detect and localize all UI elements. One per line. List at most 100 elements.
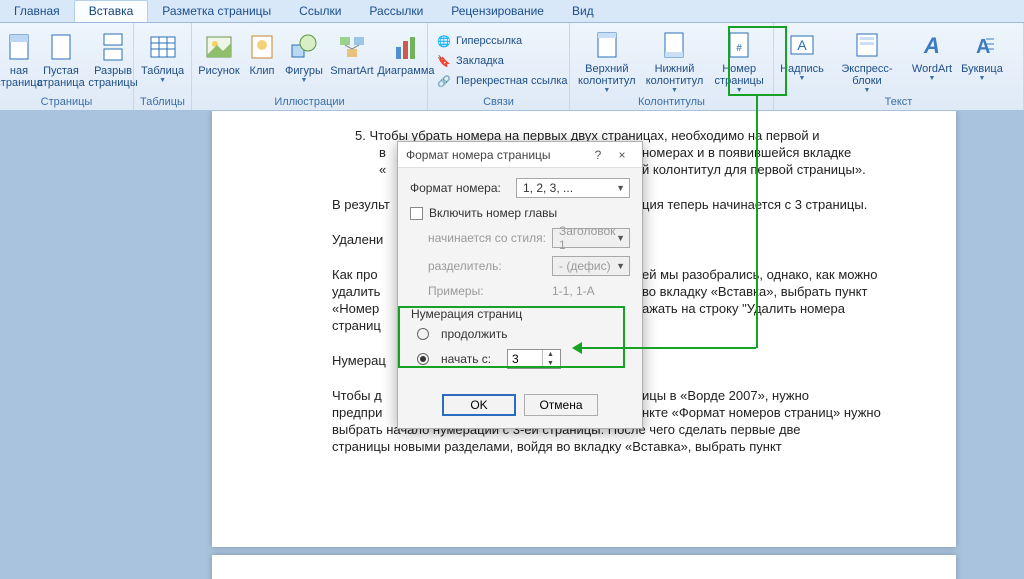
smartart-button[interactable]: SmartArt — [328, 28, 376, 78]
svg-text:A: A — [797, 37, 807, 53]
crossref-icon: 🔗 — [436, 73, 452, 89]
table-button[interactable]: Таблица ▼ — [138, 28, 187, 85]
examples-label: Примеры: — [428, 284, 546, 298]
hyperlink-button[interactable]: 🌐Гиперссылка — [432, 32, 572, 50]
doc-line: ей мы разобрались, однако, как можно — [642, 266, 877, 283]
globe-icon: 🌐 — [436, 33, 452, 49]
doc-line: Как про — [332, 266, 378, 283]
tab-mailings[interactable]: Рассылки — [355, 1, 437, 22]
dropcap-icon: A — [966, 29, 998, 61]
start-at-label: начать с: — [441, 352, 501, 366]
chevron-down-icon: ▼ — [616, 183, 625, 193]
continue-radio[interactable] — [417, 328, 429, 340]
start-at-spinner[interactable]: ▲▼ — [507, 349, 561, 369]
ok-button[interactable]: OK — [442, 394, 516, 416]
start-at-input[interactable] — [508, 352, 542, 366]
wordart-icon: A — [916, 29, 948, 61]
format-label: Формат номера: — [410, 181, 510, 195]
doc-line: страницы новыми разделами, войдя во вкла… — [332, 438, 782, 455]
doc-line: Чтобы д — [332, 387, 382, 404]
tab-layout[interactable]: Разметка страницы — [148, 1, 285, 22]
tab-home[interactable]: Главная — [0, 1, 74, 22]
bookmark-button[interactable]: 🔖Закладка — [432, 52, 572, 70]
cover-page-button[interactable]: ная страница — [4, 28, 34, 90]
chevron-down-icon: ▼ — [979, 75, 986, 82]
group-label-tables: Таблицы — [138, 95, 187, 110]
page-number-button[interactable]: # Номер страницы ▼ — [709, 26, 769, 95]
doc-line: в — [379, 144, 386, 161]
arrow-head-icon — [572, 342, 582, 354]
chevron-down-icon: ▼ — [300, 77, 307, 84]
starts-with-label: начинается со стиля: — [428, 231, 546, 245]
chevron-down-icon: ▼ — [736, 87, 743, 94]
shapes-icon — [288, 31, 320, 63]
group-label-illustrations: Иллюстрации — [196, 95, 423, 110]
ribbon: ная страница Пустая страница Разрыв стра… — [0, 23, 1024, 111]
tab-review[interactable]: Рецензирование — [437, 1, 558, 22]
page-break-icon — [97, 31, 129, 63]
picture-button[interactable]: Рисунок — [196, 28, 242, 78]
separator-label: разделитель: — [428, 259, 546, 273]
crossref-button[interactable]: 🔗Перекрестная ссылка — [432, 72, 572, 90]
shapes-button[interactable]: Фигуры ▼ — [282, 28, 326, 85]
help-button[interactable]: ? — [586, 148, 610, 162]
page-2 — [212, 555, 956, 579]
footer-icon — [658, 29, 690, 61]
textbox-button[interactable]: A Надпись ▼ — [778, 26, 826, 83]
tab-insert[interactable]: Вставка — [74, 0, 149, 22]
start-at-radio[interactable] — [417, 353, 429, 365]
doc-line: ажать на строку "Удалить номера — [642, 300, 845, 317]
numbering-legend: Нумерация страниц — [411, 307, 629, 321]
spin-down[interactable]: ▼ — [543, 359, 558, 368]
page-icon — [3, 31, 35, 63]
group-label-text: Текст — [778, 95, 1019, 110]
quickparts-icon — [851, 29, 883, 61]
chart-button[interactable]: Диаграмма — [378, 28, 434, 78]
group-label-links: Связи — [432, 95, 565, 110]
cancel-button[interactable]: Отмена — [524, 394, 598, 416]
bookmark-icon: 🔖 — [436, 53, 452, 69]
starts-with-select: Заголовок 1▼ — [552, 228, 630, 248]
tab-references[interactable]: Ссылки — [285, 1, 355, 22]
table-icon — [147, 31, 179, 63]
chevron-down-icon: ▼ — [799, 75, 806, 82]
annotation-arrow — [580, 347, 756, 349]
footer-button[interactable]: Нижний колонтитул ▼ — [642, 26, 708, 95]
header-icon — [591, 29, 623, 61]
page-break-button[interactable]: Разрыв страницы — [88, 28, 138, 90]
doc-line: нкте «Формат номеров страниц» нужно — [642, 404, 881, 421]
svg-text:A: A — [923, 33, 940, 58]
dialog-title: Формат номера страницы — [406, 148, 586, 162]
chevron-down-icon: ▼ — [929, 75, 936, 82]
close-button[interactable]: × — [610, 148, 634, 162]
group-label-pages: Страницы — [4, 95, 129, 110]
chevron-down-icon: ▼ — [864, 87, 871, 94]
include-chapter-checkbox[interactable] — [410, 207, 423, 220]
doc-line: «Номер — [332, 300, 379, 317]
chevron-down-icon: ▼ — [159, 77, 166, 84]
clip-button[interactable]: Клип — [244, 28, 280, 78]
include-chapter-label: Включить номер главы — [429, 206, 557, 220]
chevron-down-icon: ▼ — [603, 87, 610, 94]
wordart-button[interactable]: A WordArt ▼ — [908, 26, 956, 83]
spin-up[interactable]: ▲ — [543, 350, 558, 359]
continue-label: продолжить — [441, 327, 507, 341]
smartart-icon — [336, 31, 368, 63]
doc-line: страниц — [332, 317, 381, 334]
dropcap-button[interactable]: A Буквица ▼ — [958, 26, 1006, 83]
examples-value: 1-1, 1-А — [552, 284, 595, 298]
format-select[interactable]: 1, 2, 3, ...▼ — [516, 178, 630, 198]
tab-view[interactable]: Вид — [558, 1, 608, 22]
doc-line: Удалени — [332, 231, 383, 248]
separator-select: - (дефис)▼ — [552, 256, 630, 276]
doc-line: номерах и в появившейся вкладке — [642, 144, 851, 161]
doc-line: й колонтитул для первой страницы». — [642, 161, 866, 178]
quickparts-button[interactable]: Экспресс-блоки ▼ — [828, 26, 906, 95]
doc-line: ция теперь начинается с 3 страницы. — [642, 196, 867, 213]
blank-page-button[interactable]: Пустая страница — [36, 28, 86, 90]
clip-icon — [246, 31, 278, 63]
group-label-headerfooter: Колонтитулы — [574, 95, 769, 110]
chart-icon — [390, 31, 422, 63]
doc-line: Нумерац — [332, 352, 386, 369]
header-button[interactable]: Верхний колонтитул ▼ — [574, 26, 640, 95]
